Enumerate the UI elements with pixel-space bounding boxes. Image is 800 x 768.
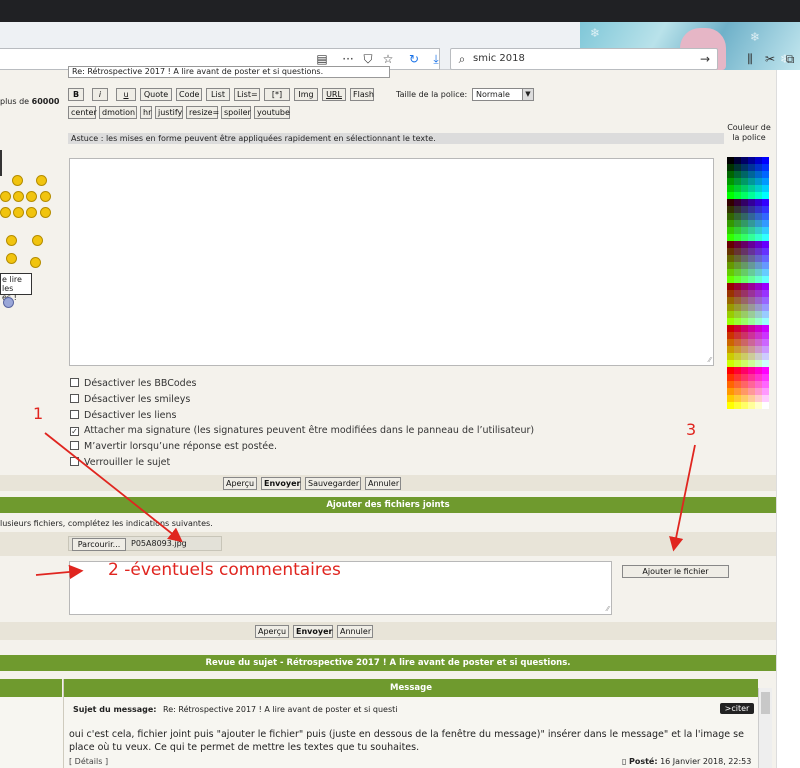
annotation-number-1: 1 bbox=[33, 404, 44, 423]
annotation-arrow-3 bbox=[669, 444, 696, 552]
annotation-number-3: 3 bbox=[686, 420, 697, 439]
annotation-text-2: 2 -éventuels commentaires bbox=[108, 560, 341, 580]
annotation-arrow-2 bbox=[35, 564, 84, 580]
annotation-overlay bbox=[35, 432, 696, 580]
annotation-arrow-1 bbox=[44, 432, 183, 543]
